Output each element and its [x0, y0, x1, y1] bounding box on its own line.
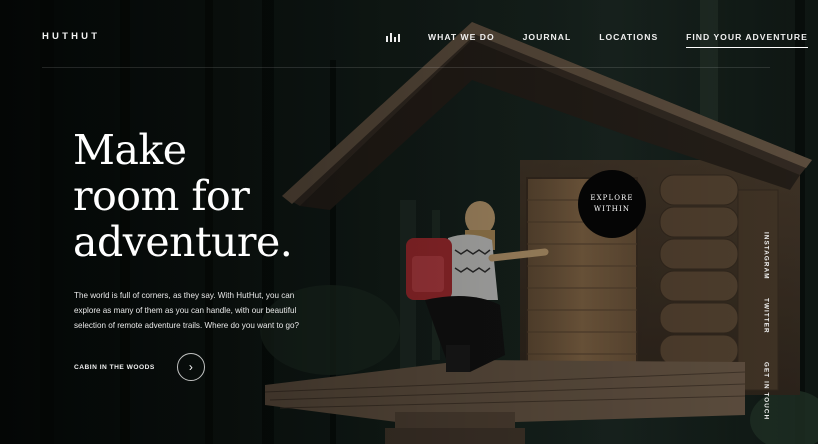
explore-within-button[interactable]: EXPLORE WITHIN	[578, 170, 646, 238]
explore-label-2: WITHIN	[593, 205, 631, 213]
hero-headline: Make room for adventure.	[73, 126, 293, 266]
find-adventure-link[interactable]: FIND YOUR ADVENTURE	[686, 32, 808, 48]
headline-line-2: room for	[73, 172, 250, 220]
get-in-touch-link[interactable]: GET IN TOUCH	[755, 362, 777, 420]
site-header: HUTHUT WHAT WE DO JOURNAL LOCATIONS FIND…	[0, 0, 818, 68]
headline-line-1: Make	[73, 126, 187, 174]
bar-chart-icon[interactable]	[386, 32, 400, 42]
nav-link-journal[interactable]: JOURNAL	[523, 32, 572, 42]
main-nav: WHAT WE DO JOURNAL LOCATIONS FIND YOUR A…	[386, 30, 808, 48]
hero-intro-text: The world is full of corners, as they sa…	[74, 291, 299, 330]
nav-link-locations[interactable]: LOCATIONS	[599, 32, 658, 42]
cabin-link-label[interactable]: CABIN IN THE WOODS	[74, 364, 155, 371]
explore-label-1: EXPLORE	[590, 194, 634, 202]
hero-section: HUTHUT WHAT WE DO JOURNAL LOCATIONS FIND…	[0, 0, 818, 444]
headline-line-3: adventure.	[73, 218, 293, 266]
chevron-right-icon[interactable]: ›	[176, 353, 205, 381]
nav-link-what-we-do[interactable]: WHAT WE DO	[428, 32, 495, 42]
cabin-link[interactable]: CABIN IN THE WOODS ›	[74, 353, 205, 381]
social-twitter-link[interactable]: TWITTER	[755, 298, 777, 334]
social-instagram-link[interactable]: INSTAGRAM	[755, 232, 777, 280]
brand-logo[interactable]: HUTHUT	[42, 31, 100, 42]
